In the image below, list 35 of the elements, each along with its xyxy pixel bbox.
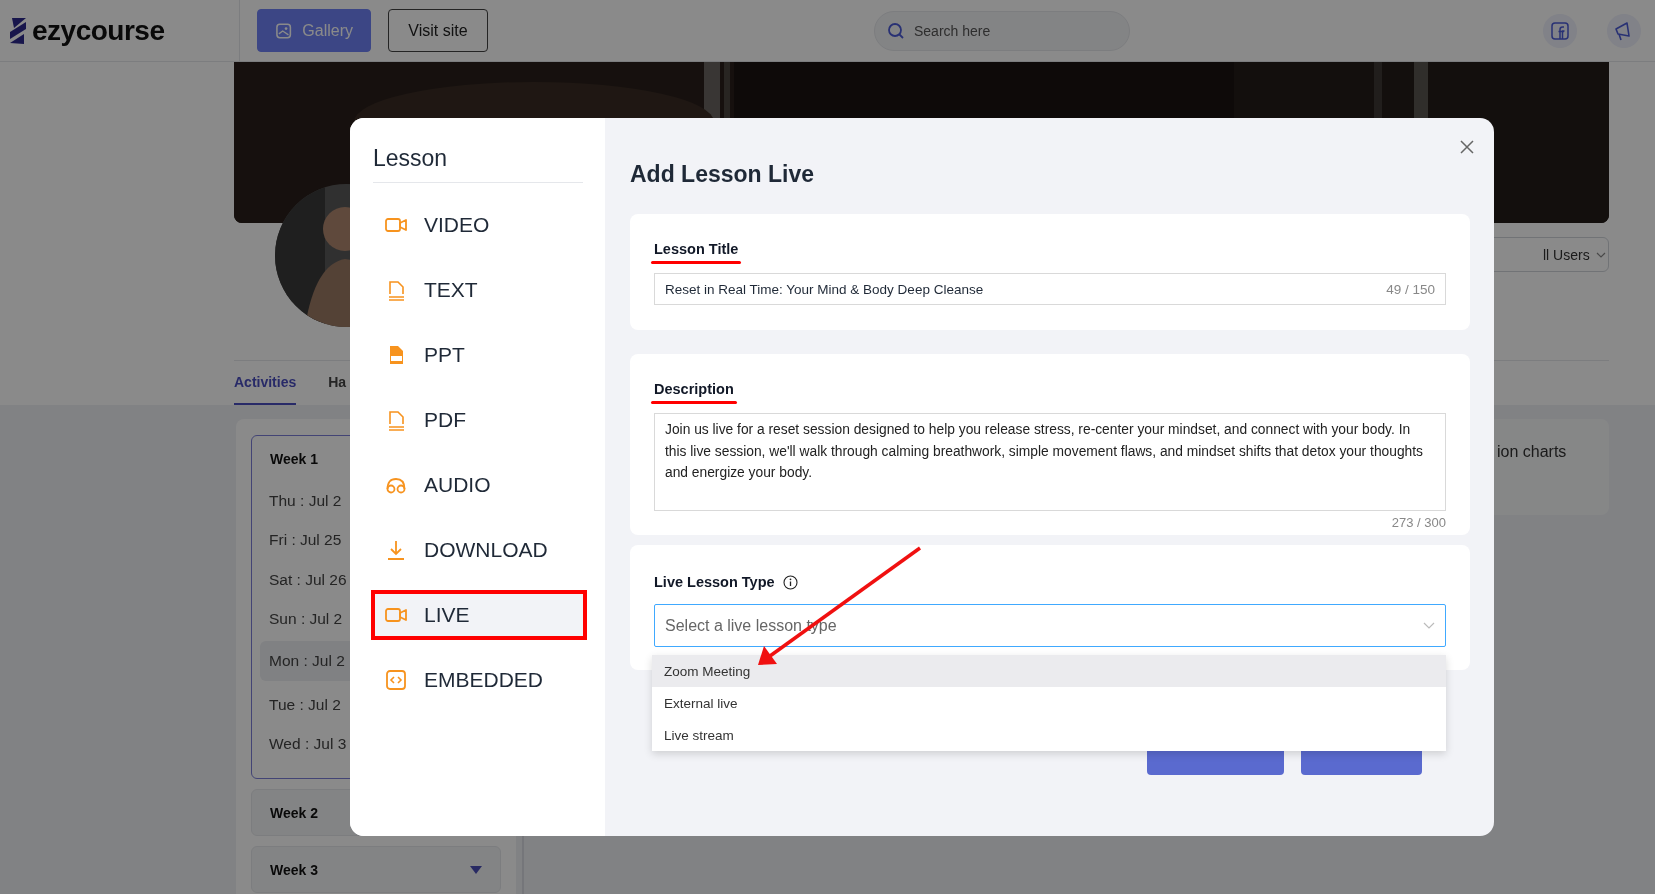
- dropdown-option[interactable]: Zoom Meeting: [652, 655, 1446, 687]
- lesson-type-item[interactable]: AUDIO: [375, 464, 583, 506]
- lesson-type-item[interactable]: EMBEDDED: [375, 659, 583, 701]
- field-label: Live Lesson Type: [654, 573, 775, 591]
- tab[interactable]: Ha: [328, 361, 347, 405]
- week-label: Week 2: [270, 804, 318, 821]
- lesson-type-item[interactable]: TEXT: [375, 269, 583, 311]
- week-panel[interactable]: Week 3: [251, 846, 501, 893]
- dropdown-triangle-icon: [470, 865, 482, 874]
- week-label: Week 1: [270, 450, 318, 467]
- download-icon: [385, 539, 407, 561]
- lesson-type-item[interactable]: DOWNLOAD: [375, 529, 583, 571]
- info-icon: [782, 574, 798, 590]
- dropdown-option[interactable]: External live: [652, 687, 1446, 719]
- character-counter: 273 / 300: [1390, 515, 1446, 531]
- field-label: Lesson Title: [654, 240, 739, 258]
- field-label: Description: [654, 380, 734, 398]
- code-icon: [385, 669, 407, 691]
- lesson-type-item[interactable]: PPT: [375, 334, 583, 376]
- logo[interactable]: ezycourse: [32, 14, 165, 47]
- caret-icon: [1595, 250, 1606, 259]
- lesson-type-item[interactable]: PDF: [375, 399, 583, 441]
- facebook-icon[interactable]: [1550, 20, 1570, 41]
- week-label: Week 3: [270, 861, 318, 878]
- chevron-down-icon: [1423, 621, 1435, 630]
- dropdown-option[interactable]: Live stream: [652, 719, 1446, 751]
- search-field[interactable]: Search here: [874, 10, 1130, 51]
- image-icon: [275, 21, 293, 40]
- logo-icon: [8, 15, 28, 46]
- visit-site-button[interactable]: Visit site: [388, 9, 488, 52]
- character-counter: 49 / 150: [1386, 281, 1435, 297]
- search-icon: [887, 21, 905, 40]
- title-field[interactable]: Reset in Real Time: Your Mind & Body Deep Cleanse 49 / 150: [654, 273, 1446, 305]
- description-field[interactable]: Join us live for a reset session designed to help you release stress, re-center your mindset, and connect with your body. In this live session, we'll walk through calming breathwork, simple movement flaws, and mindset shifts that detox your thoughts and energize your body.: [654, 413, 1446, 511]
- card-title: ion charts: [1497, 443, 1567, 460]
